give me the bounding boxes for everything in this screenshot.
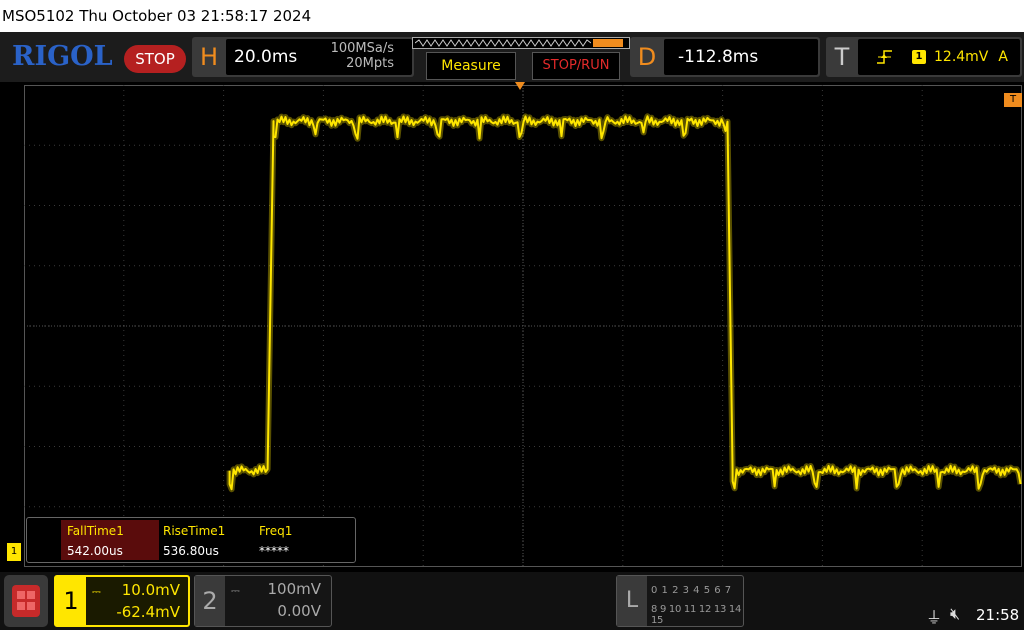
sample-rate: 100MSa/s xyxy=(330,41,394,56)
measurement-value: ***** xyxy=(259,544,289,558)
dc-coupling-icon: ⎓ xyxy=(92,585,101,598)
horizontal-label: H xyxy=(199,43,219,71)
ch1-trace-glow xyxy=(226,113,1022,493)
measurement-label: RiseTime1 xyxy=(163,524,226,538)
measurement-label: Freq1 xyxy=(259,524,293,538)
measurement-value: 536.80us xyxy=(163,544,219,558)
trigger-level: 12.4mV xyxy=(934,49,989,65)
measurement-label: FallTime1 xyxy=(67,524,124,538)
top-status-bar: RIGOL STOP H 20.0ms 100MSa/s 20Mpts Meas… xyxy=(0,32,1024,82)
memory-window-indicator xyxy=(593,39,623,47)
bottom-channel-bar: 1 ⎓ 10.0mV -62.4mV 2 ⎓ 100mV 0.00V L 0 1… xyxy=(0,572,1024,630)
memory-wave-icon xyxy=(415,39,591,47)
horizontal-values: 20.0ms 100MSa/s 20Mpts xyxy=(226,39,412,75)
la-channels-0-7: 0 1 2 3 4 5 6 7 xyxy=(651,585,732,596)
rigol-logo: RIGOL xyxy=(12,41,113,72)
trigger-level-marker-label: T xyxy=(1009,94,1017,105)
graticule xyxy=(24,85,1022,567)
la-label: L xyxy=(617,576,647,626)
title-bar: MSO5102 Thu October 03 21:58:17 2024 xyxy=(0,0,1024,32)
memory-depth: 20Mpts xyxy=(346,56,394,71)
measurement-freq[interactable]: Freq1 ***** xyxy=(253,520,351,560)
measurement-value: 542.00us xyxy=(67,544,123,558)
delay-values: -112.8ms xyxy=(664,39,818,75)
delay-label: D xyxy=(637,43,657,71)
ch1-scale: 10.0mV xyxy=(121,581,180,599)
trigger-label: T xyxy=(834,43,850,71)
ch1-offset-marker[interactable]: 1 xyxy=(7,543,21,561)
window-title: MSO5102 Thu October 03 21:58:17 2024 xyxy=(2,7,312,25)
usb-icon: ⏚ xyxy=(926,608,943,627)
delay-panel[interactable]: D -112.8ms xyxy=(630,37,820,77)
sample-info: 100MSa/s 20Mpts xyxy=(331,41,394,71)
channel-1-panel[interactable]: 1 ⎓ 10.0mV -62.4mV xyxy=(54,575,190,627)
measurement-rise-time[interactable]: RiseTime1 536.80us xyxy=(157,520,255,560)
waveform-display[interactable] xyxy=(24,85,1022,567)
sound-muted-icon[interactable]: 🔇︎ xyxy=(950,604,960,624)
trigger-level-marker[interactable]: T xyxy=(1004,93,1022,107)
ch1-trace xyxy=(228,115,1022,491)
ch1-number: 1 xyxy=(56,577,86,625)
dc-coupling-icon: ⎓ xyxy=(231,584,240,597)
system-clock: 21:58 xyxy=(976,606,1020,624)
logic-analyzer-panel[interactable]: L 0 1 2 3 4 5 6 7 8 9 10 11 12 13 14 15 xyxy=(616,575,744,627)
trigger-panel[interactable]: T 1 12.4mV A xyxy=(826,37,1022,77)
trigger-position-marker[interactable] xyxy=(515,82,525,90)
trigger-mode: A xyxy=(998,49,1008,65)
measure-button[interactable]: Measure xyxy=(426,52,516,80)
delay-value: -112.8ms xyxy=(678,47,759,67)
channel-2-panel[interactable]: 2 ⎓ 100mV 0.00V xyxy=(194,575,332,627)
ch2-number: 2 xyxy=(195,576,225,626)
la-channels-8-15: 8 9 10 11 12 13 14 15 xyxy=(651,604,742,626)
timebase-scale: 20.0ms xyxy=(234,47,298,67)
stop-run-button[interactable]: STOP/RUN xyxy=(532,52,620,80)
ch1-offset-marker-label: 1 xyxy=(10,546,18,557)
run-state-badge[interactable]: STOP xyxy=(124,45,186,73)
measurement-panel: FallTime1 542.00us RiseTime1 536.80us Fr… xyxy=(26,517,356,563)
measurement-fall-time[interactable]: FallTime1 542.00us xyxy=(61,520,159,560)
horizontal-timebase-panel[interactable]: H 20.0ms 100MSa/s 20Mpts xyxy=(192,37,414,77)
ch1-offset: -62.4mV xyxy=(116,603,180,621)
ch2-scale: 100mV xyxy=(267,580,321,598)
ch2-offset: 0.00V xyxy=(277,602,321,620)
main-menu-button[interactable] xyxy=(4,575,48,627)
menu-grid-icon xyxy=(12,585,40,617)
trigger-source-badge: 1 xyxy=(912,50,926,64)
trigger-values: 1 12.4mV A xyxy=(858,39,1020,75)
memory-position-bar xyxy=(412,37,630,49)
rising-edge-icon xyxy=(877,50,892,64)
